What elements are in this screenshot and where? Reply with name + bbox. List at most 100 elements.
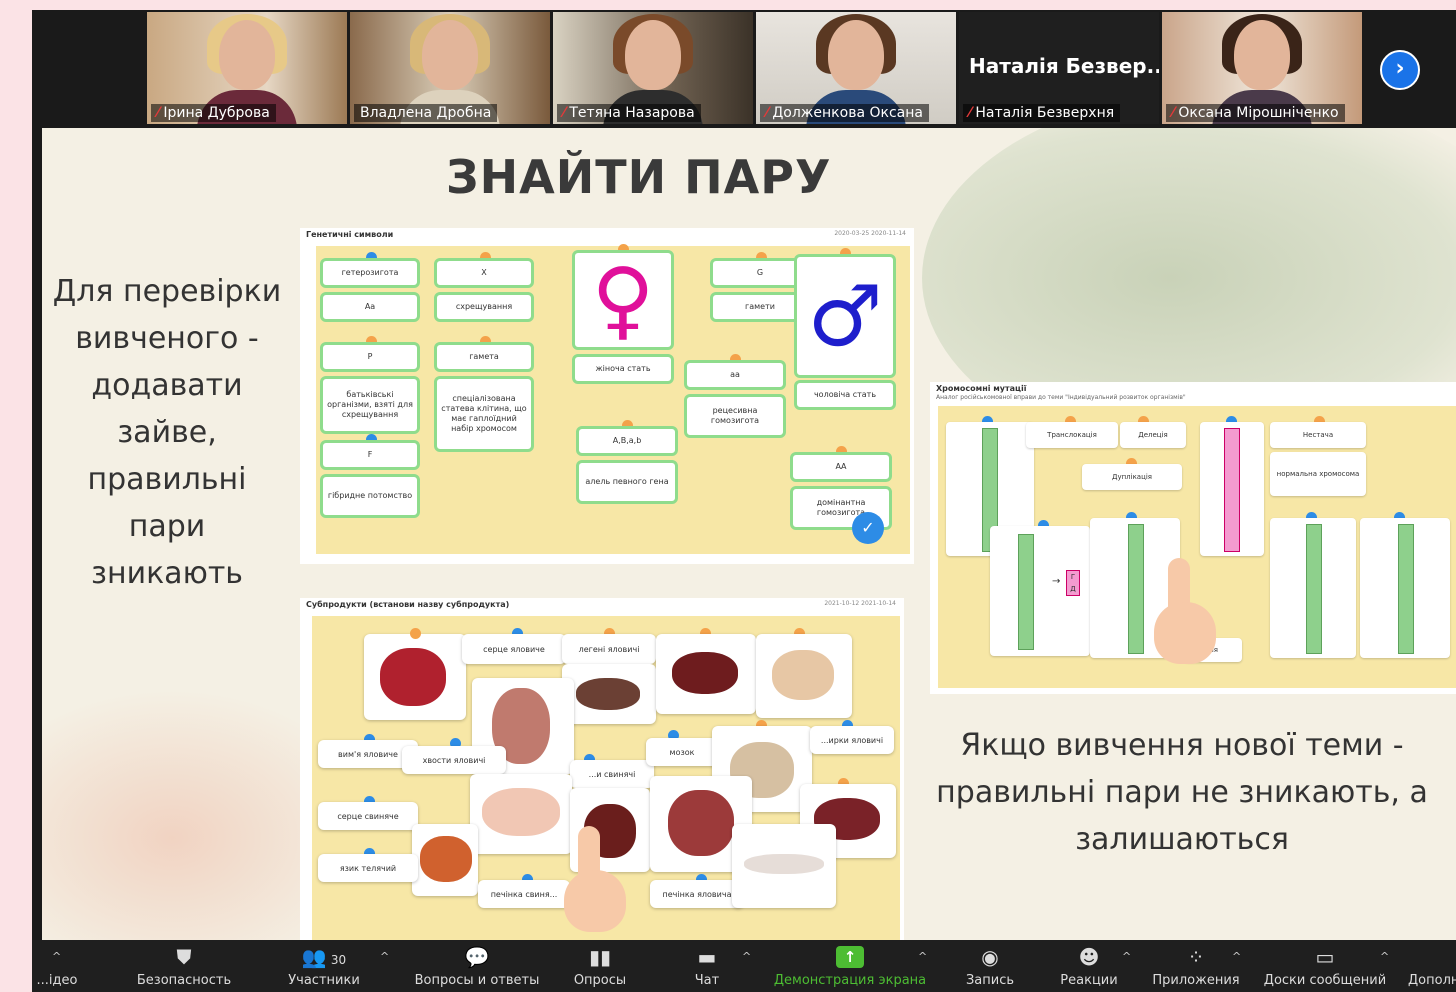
match-card[interactable]: аа (684, 360, 786, 390)
match-card[interactable]: нормальна хромосома (1270, 452, 1366, 496)
match-card[interactable]: легені яловичі (562, 634, 656, 664)
chat-button[interactable]: ▬ ^ Чат (682, 940, 751, 992)
match-card[interactable]: хвости яловичі (402, 746, 506, 774)
image-card[interactable] (756, 634, 852, 718)
image-card[interactable] (562, 664, 656, 724)
chevron-up-icon[interactable]: ^ (380, 950, 389, 963)
chevron-up-icon[interactable]: ^ (742, 950, 751, 963)
chromosome-card[interactable] (1270, 518, 1356, 658)
record-button[interactable]: ◉ Запись (960, 940, 1020, 992)
participants-icon: 👥 30 (301, 945, 347, 969)
match-card[interactable]: гамета (434, 342, 534, 372)
polls-button[interactable]: ▮▮ Опросы (566, 940, 634, 992)
match-card[interactable]: Р (320, 342, 420, 372)
more-button[interactable]: Дополн... (1404, 940, 1456, 992)
participant-name: ⁄ Долженкова Оксана (760, 104, 929, 122)
liver-image (420, 836, 472, 882)
match-card[interactable]: рецесивна гомозигота (684, 394, 786, 438)
chromosome-image (1128, 524, 1144, 654)
image-card[interactable] (412, 824, 478, 896)
slide-right-text: Якщо вивчення нової теми - правильні пар… (936, 728, 1428, 857)
mic-muted-icon: ⁄ (969, 105, 972, 121)
apps-icon: ⁘ (1187, 945, 1205, 969)
qa-button[interactable]: 💬 Вопросы и ответы (412, 940, 542, 992)
video-button[interactable]: ^ ...ідео (32, 940, 82, 992)
mic-muted-icon: ⁄ (1172, 105, 1175, 121)
image-card[interactable] (656, 634, 756, 714)
image-card[interactable] (470, 774, 572, 854)
match-card[interactable]: печінка свиня... (478, 880, 570, 908)
match-card[interactable]: печінка яловича (650, 880, 744, 908)
chromosome-card[interactable] (1200, 422, 1264, 556)
segment-label: ГД (1066, 570, 1080, 596)
match-card[interactable]: серце яловиче (462, 634, 566, 664)
image-card[interactable] (364, 634, 466, 720)
chat-icon: ▬ (697, 945, 717, 969)
chevron-up-icon[interactable]: ^ (1380, 950, 1389, 963)
pointing-hand-icon (560, 826, 630, 936)
board-subheader: Аналог російськомовної вправи до теми "І… (936, 394, 1186, 401)
board-date: 2021-10-12 2021-10-14 (824, 600, 896, 607)
match-card[interactable]: Дуплікація (1082, 464, 1182, 490)
match-card[interactable]: мозок (646, 738, 718, 766)
participants-button[interactable]: 👥 30 ^ Участники (276, 940, 389, 992)
match-card[interactable]: Транслокація (1026, 422, 1118, 448)
participant-tile[interactable]: ⁄ Ірина Дуброва (147, 12, 347, 124)
match-card[interactable]: ...ирки яловичі (810, 726, 894, 754)
match-card[interactable]: Делеція (1120, 422, 1186, 448)
chevron-right-icon[interactable]: › (1380, 50, 1420, 90)
match-card[interactable]: гібридне потомство (320, 474, 420, 518)
match-card[interactable]: спеціалізована статева клітина, що має г… (434, 376, 534, 452)
match-card[interactable]: Х (434, 258, 534, 288)
participant-tile[interactable]: ⁄ Оксана Мірошніченко (1162, 12, 1362, 124)
check-icon[interactable]: ✓ (852, 512, 884, 544)
share-screen-button[interactable]: ↑ ^ Демонстрация экрана (772, 940, 928, 992)
participant-strip: ⁄ Ірина Дуброва Владлена Дробна ⁄ Тетяна Н… (32, 10, 1456, 128)
match-card[interactable]: чоловіча стать (794, 380, 896, 410)
match-card[interactable]: ...и свинячі (570, 760, 654, 788)
meeting-toolbar: ^ ...ідео ⛊ Безопасность 👥 30 ^ Участники… (32, 940, 1456, 992)
participant-tile-no-video[interactable]: Наталія Безвер... ⁄ Наталія Безверхня (959, 12, 1159, 124)
match-card[interactable]: АА (790, 452, 892, 482)
match-card[interactable]: Нестача (1270, 422, 1366, 448)
match-card[interactable]: гетерозигота (320, 258, 420, 288)
chromosome-card[interactable]: → ГД (990, 526, 1090, 656)
reactions-button[interactable]: ☻ ^ Реакции (1052, 940, 1131, 992)
security-button[interactable]: ⛊ Безопасность (132, 940, 236, 992)
board-header: Субпродукти (встанови назву субпродукта) (306, 600, 510, 609)
brain-image (772, 650, 834, 700)
participant-display-name: Наталія Безвер... (969, 54, 1159, 78)
slide-title: ЗНАЙТИ ПАРУ (446, 150, 832, 204)
shield-icon: ⛊ (176, 945, 192, 969)
whiteboards-button[interactable]: ▭ ^ Доски сообщений (1258, 940, 1392, 992)
mic-muted-icon: ⁄ (157, 105, 160, 121)
match-card[interactable]: А,В,а,b (576, 426, 678, 456)
reactions-icon: ☻ (1078, 945, 1100, 969)
chromosome-image (1306, 524, 1322, 654)
image-card[interactable] (732, 824, 836, 908)
liver-image (576, 678, 640, 710)
male-symbol-card[interactable]: ♂ (794, 254, 896, 378)
match-card[interactable]: серце свиняче (318, 802, 418, 830)
match-card[interactable]: жіноча стать (572, 354, 674, 384)
participant-name: Владлена Дробна (354, 104, 498, 122)
female-symbol-card[interactable]: ♀ (572, 250, 674, 350)
tongue-image (482, 788, 560, 836)
heart-image (668, 790, 734, 856)
match-card[interactable]: батьківські організми, взяті для схрещув… (320, 376, 420, 434)
chevron-up-icon[interactable]: ^ (1122, 950, 1131, 963)
participant-tile[interactable]: ⁄ Долженкова Оксана (756, 12, 956, 124)
chromosome-card[interactable] (1360, 518, 1450, 658)
participant-tile-active-speaker[interactable]: Владлена Дробна (350, 12, 550, 124)
chevron-up-icon[interactable]: ^ (1232, 950, 1241, 963)
match-card[interactable]: F (320, 440, 420, 470)
match-card[interactable]: язик телячий (318, 854, 418, 882)
share-screen-icon: ↑ (836, 946, 864, 968)
chevron-up-icon[interactable]: ^ (918, 950, 927, 963)
participant-tile[interactable]: ⁄ Тетяна Назарова (553, 12, 753, 124)
chevron-up-icon[interactable]: ^ (52, 950, 61, 963)
match-card[interactable]: алель певного гена (576, 460, 678, 504)
match-card[interactable]: схрещування (434, 292, 534, 322)
apps-button[interactable]: ⁘ ^ Приложения (1148, 940, 1244, 992)
match-card[interactable]: Аа (320, 292, 420, 322)
